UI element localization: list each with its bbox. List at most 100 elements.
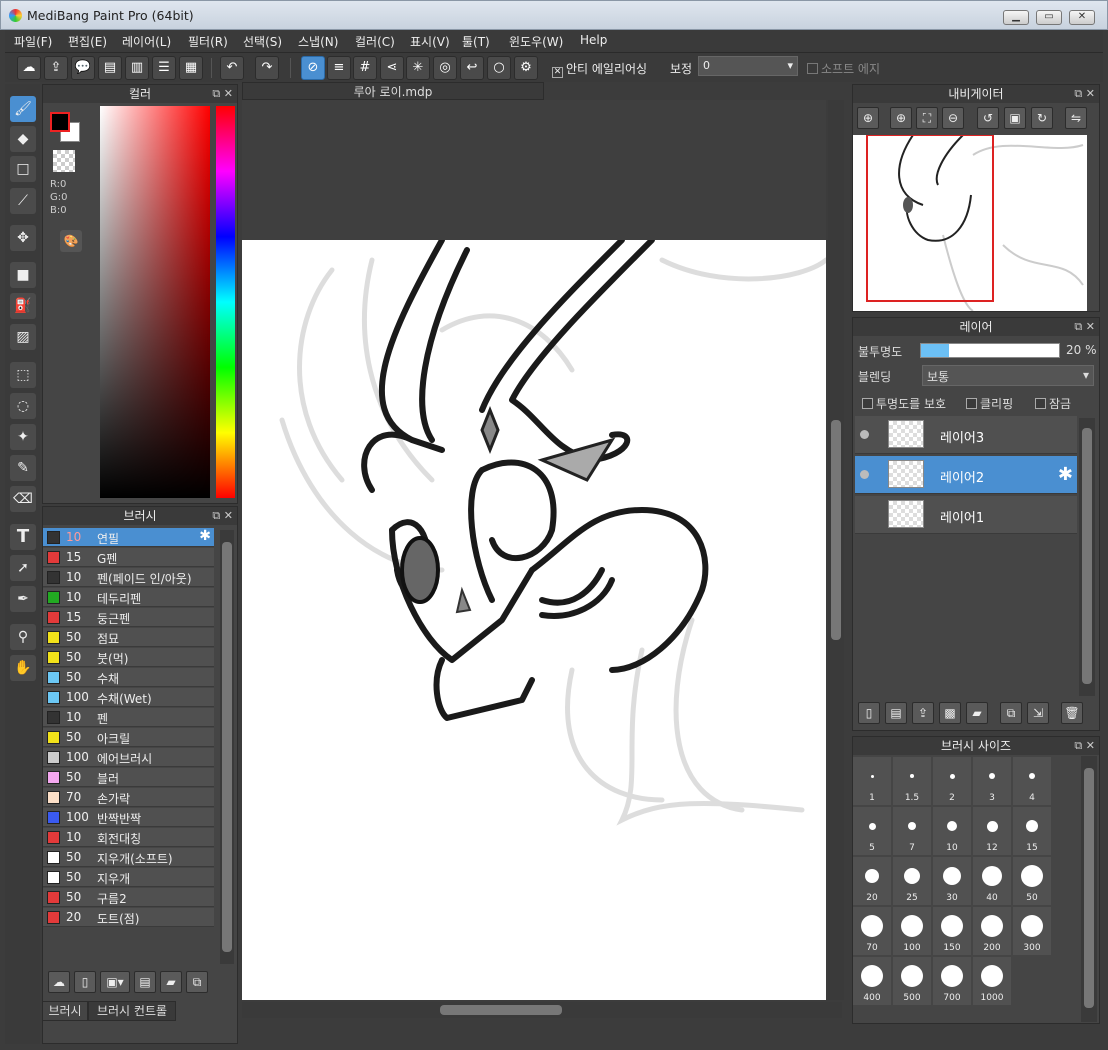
opacity-slider[interactable]	[920, 343, 1060, 358]
magic-wand-tool-icon[interactable]: ✦	[10, 424, 36, 450]
circle-snap-icon[interactable]: ○	[487, 56, 511, 80]
canvas-vertical-scrollbar[interactable]	[828, 100, 844, 1000]
select-eraser-tool-icon[interactable]: ⌫	[10, 486, 36, 512]
import-layer-icon[interactable]: ⇪	[912, 702, 934, 724]
blend-mode-select[interactable]: 보통 ▾	[922, 365, 1094, 386]
fit-window-icon[interactable]: ⛶	[916, 107, 938, 129]
saturation-value-picker[interactable]	[100, 106, 210, 498]
brush-size-option[interactable]: 1	[853, 757, 891, 805]
new-color-layer-icon[interactable]: ▤	[885, 702, 907, 724]
palette-icon[interactable]: 🎨	[60, 230, 82, 252]
stabilizer-select[interactable]: 0 ▾	[698, 56, 798, 76]
brush-settings-gear-icon[interactable]: ✱	[199, 528, 211, 544]
brush-list-item[interactable]: 15 G펜	[43, 548, 214, 567]
curve-snap-icon[interactable]: ↩	[460, 56, 484, 80]
operation-tool-icon[interactable]: ➚	[10, 555, 36, 581]
document-tab[interactable]: 루아 로이.mdp	[242, 82, 544, 100]
menu-view[interactable]: 표시(V)	[410, 33, 450, 50]
protect-alpha-checkbox[interactable]: 투명도를 보호	[862, 395, 946, 412]
brush-list-item[interactable]: 50 아크릴	[43, 728, 214, 747]
bucket-tool-icon[interactable]: ⛽	[10, 293, 36, 319]
brush-list-item[interactable]: 10 펜(페이드 인/아웃)	[43, 568, 214, 587]
brush-list-item[interactable]: 50 지우개	[43, 868, 214, 887]
panel-popout-close-icon[interactable]: ⧉ ✕	[212, 507, 233, 525]
brush-size-scrollbar[interactable]	[1081, 756, 1097, 1022]
brush-list-item[interactable]: 100 수채(Wet)	[43, 688, 214, 707]
menu-layer[interactable]: 레이어(L)	[122, 33, 171, 50]
text-tool-icon[interactable]: T	[10, 524, 36, 550]
brush-size-option[interactable]: 25	[893, 857, 931, 905]
soft-edge-checkbox[interactable]: 소프트 에지	[807, 60, 880, 77]
brush-size-scroll-thumb[interactable]	[1084, 768, 1094, 1008]
menu-help[interactable]: Help	[580, 33, 607, 47]
snap-settings-icon[interactable]: ⚙	[514, 56, 538, 80]
brush-size-option[interactable]: 10	[933, 807, 971, 855]
grid-edit-icon[interactable]: ▦	[179, 56, 203, 80]
brush-list-item[interactable]: 10 테두리펜	[43, 588, 214, 607]
hand-tool-icon[interactable]: ✋	[10, 655, 36, 681]
brush-size-option[interactable]: 500	[893, 957, 931, 1005]
flip-horizontal-icon[interactable]: ⇋	[1065, 107, 1087, 129]
merge-layer-icon[interactable]: ⇲	[1027, 702, 1049, 724]
brush-size-option[interactable]: 7	[893, 807, 931, 855]
brush-list-item[interactable]: 10 펜	[43, 708, 214, 727]
antialias-checkbox[interactable]: ✕ 안티 에일리어싱	[552, 60, 647, 78]
brush-size-option[interactable]: 300	[1013, 907, 1051, 955]
layer-scroll-thumb[interactable]	[1082, 428, 1092, 684]
eyedropper-tool-icon[interactable]: ⚲	[10, 624, 36, 650]
canvas-hscroll-thumb[interactable]	[440, 1005, 562, 1015]
brush-size-option[interactable]: 70	[853, 907, 891, 955]
menu-file[interactable]: 파일(F)	[14, 33, 52, 50]
menu-filter[interactable]: 필터(R)	[188, 33, 228, 50]
brush-list-item[interactable]: 100 반짝반짝	[43, 808, 214, 827]
close-button[interactable]: ✕	[1069, 10, 1095, 25]
lock-checkbox[interactable]: 잠금	[1035, 395, 1071, 412]
brush-list-scroll-thumb[interactable]	[222, 542, 232, 952]
layer-row-2[interactable]: 레이어2 ✱	[855, 456, 1077, 494]
menu-color[interactable]: 컬러(C)	[355, 33, 395, 50]
divide-tool-icon[interactable]: ✒	[10, 586, 36, 612]
zoom-out-icon[interactable]: ⊖	[942, 107, 964, 129]
shape-tool-icon[interactable]: □	[10, 156, 36, 182]
perspective-snap-icon[interactable]: ⋖	[380, 56, 404, 80]
message-icon[interactable]: ▤	[98, 56, 122, 80]
brush-size-option[interactable]: 40	[973, 857, 1011, 905]
select-pen-tool-icon[interactable]: ✎	[10, 455, 36, 481]
brush-list-item[interactable]: 50 블러	[43, 768, 214, 787]
brush-list-scrollbar[interactable]	[220, 530, 234, 964]
brush-size-option[interactable]: 12	[973, 807, 1011, 855]
brush-list-item[interactable]: 50 구름2	[43, 888, 214, 907]
lasso-tool-icon[interactable]: ◌	[10, 393, 36, 419]
duplicate-brush-icon[interactable]: ⧉	[186, 971, 208, 993]
cloud-icon[interactable]: ☁	[17, 56, 41, 80]
brush-list-item[interactable]: 50 수채	[43, 668, 214, 687]
brush-size-option[interactable]: 20	[853, 857, 891, 905]
new-layer-icon[interactable]: ▯	[858, 702, 880, 724]
brush-list-item[interactable]: 100 에어브러시	[43, 748, 214, 767]
canvas-horizontal-scrollbar[interactable]	[242, 1002, 842, 1018]
delete-layer-trash-icon[interactable]: 🗑	[1061, 702, 1083, 724]
radial-snap-icon[interactable]: ✳	[406, 56, 430, 80]
brush-list-item[interactable]: 10 회전대칭	[43, 828, 214, 847]
maximize-button[interactable]: ▭	[1036, 10, 1062, 25]
panel-popout-close-icon[interactable]: ⧉ ✕	[212, 85, 233, 103]
layer-row-3[interactable]: 레이어3	[855, 416, 1077, 454]
tab-brush[interactable]: 브러시	[42, 1001, 88, 1021]
comment-icon[interactable]: 💬	[71, 56, 95, 80]
layer-settings-gear-icon[interactable]: ✱	[1058, 464, 1073, 485]
brush-size-option[interactable]: 700	[933, 957, 971, 1005]
reset-view-icon[interactable]: ▣	[1004, 107, 1026, 129]
brush-size-option[interactable]: 1.5	[893, 757, 931, 805]
parallel-snap-icon[interactable]: ≡	[327, 56, 351, 80]
new-brush-icon[interactable]: ▯	[74, 971, 96, 993]
transparent-color-swatch[interactable]	[53, 150, 75, 172]
menu-snap[interactable]: 스냅(N)	[298, 33, 338, 50]
layer-row-1[interactable]: 레이어1	[855, 496, 1077, 534]
foreground-color-swatch[interactable]	[50, 112, 70, 132]
clipping-checkbox[interactable]: 클리핑	[966, 395, 1013, 412]
duplicate-layer-icon[interactable]: ⧉	[1000, 702, 1022, 724]
share-icon[interactable]: ⇪	[44, 56, 68, 80]
brush-size-option[interactable]: 30	[933, 857, 971, 905]
list-icon[interactable]: ☰	[152, 56, 176, 80]
brush-size-option[interactable]: 400	[853, 957, 891, 1005]
